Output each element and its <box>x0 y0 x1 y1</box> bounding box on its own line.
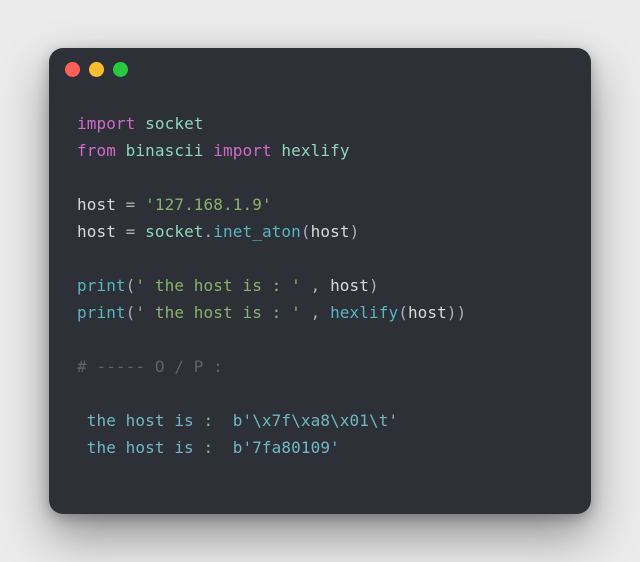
comment-output-divider: # ----- O / P : <box>77 357 223 376</box>
maximize-icon[interactable] <box>113 62 128 77</box>
keyword-import: import <box>213 141 271 160</box>
keyword-from: from <box>77 141 116 160</box>
output-line: the host is : b'7fa80109' <box>77 438 340 457</box>
string-literal: ' the host is : ' <box>135 276 300 295</box>
module-socket: socket <box>145 222 203 241</box>
string-literal: '127.168.1.9' <box>145 195 272 214</box>
terminal-window: import socket from binascii import hexli… <box>49 48 591 514</box>
module-socket: socket <box>145 114 203 133</box>
window-titlebar <box>49 48 591 90</box>
func-inet-aton: inet_aton <box>213 222 301 241</box>
minimize-icon[interactable] <box>89 62 104 77</box>
code-block: import socket from binascii import hexli… <box>49 90 591 481</box>
module-hexlify: hexlify <box>281 141 349 160</box>
keyword-import: import <box>77 114 135 133</box>
string-literal: ' the host is : ' <box>135 303 300 322</box>
func-hexlify: hexlify <box>330 303 398 322</box>
output-line: the host is : b'\x7f\xa8\x01\t' <box>77 411 398 430</box>
var-host: host <box>77 222 116 241</box>
func-print: print <box>77 276 126 295</box>
var-host: host <box>77 195 116 214</box>
func-print: print <box>77 303 126 322</box>
close-icon[interactable] <box>65 62 80 77</box>
module-binascii: binascii <box>126 141 204 160</box>
